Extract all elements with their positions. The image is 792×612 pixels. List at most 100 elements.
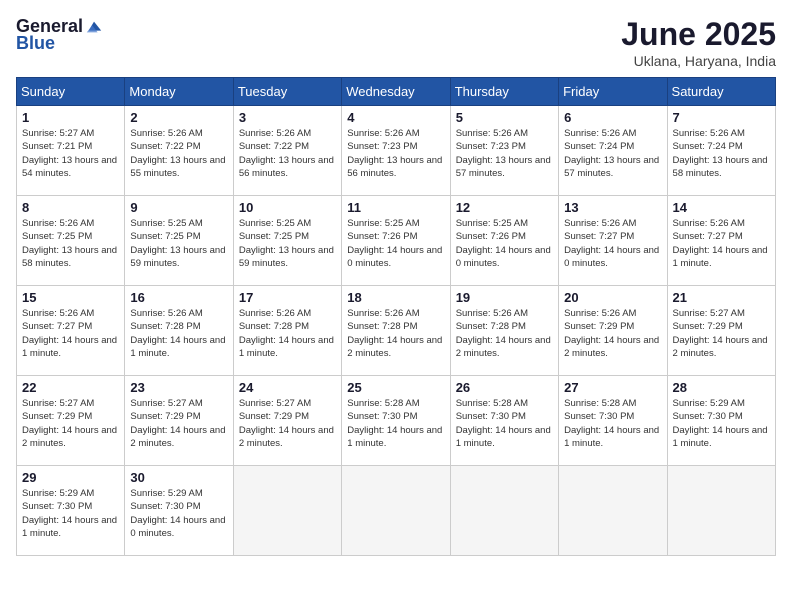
day-number: 15 (22, 290, 119, 305)
day-info: Sunrise: 5:26 AMSunset: 7:25 PMDaylight:… (22, 217, 119, 270)
day-number: 18 (347, 290, 444, 305)
calendar-cell: 10Sunrise: 5:25 AMSunset: 7:25 PMDayligh… (233, 196, 341, 286)
calendar-cell: 22Sunrise: 5:27 AMSunset: 7:29 PMDayligh… (17, 376, 125, 466)
day-number: 3 (239, 110, 336, 125)
day-number: 16 (130, 290, 227, 305)
day-info: Sunrise: 5:27 AMSunset: 7:29 PMDaylight:… (22, 397, 119, 450)
calendar-cell: 26 Sunrise: 5:28 AMSunset: 7:30 PMDayligh… (450, 376, 558, 466)
calendar-cell: 7 Sunrise: 5:26 AMSunset: 7:24 PMDaylight… (667, 106, 775, 196)
day-number: 13 (564, 200, 661, 215)
month-year: June 2025 (621, 16, 776, 53)
day-info: Sunrise: 5:28 AMSunset: 7:30 PMDaylight:… (347, 397, 444, 450)
day-info: Sunrise: 5:25 AMSunset: 7:25 PMDaylight:… (130, 217, 227, 270)
day-number: 17 (239, 290, 336, 305)
day-number: 30 (130, 470, 227, 485)
day-number: 5 (456, 110, 553, 125)
day-info: Sunrise: 5:27 AMSunset: 7:29 PMDaylight:… (239, 397, 336, 450)
calendar-cell: 15 Sunrise: 5:26 AMSunset: 7:27 PMDayligh… (17, 286, 125, 376)
calendar-cell (559, 466, 667, 556)
day-header-friday: Friday (559, 78, 667, 106)
day-number: 23 (130, 380, 227, 395)
day-number: 19 (456, 290, 553, 305)
day-info: Sunrise: 5:28 AMSunset: 7:30 PMDaylight:… (564, 397, 661, 450)
day-info: Sunrise: 5:27 AMSunset: 7:21 PMDaylight:… (22, 127, 119, 180)
calendar-cell: 24 Sunrise: 5:27 AMSunset: 7:29 PMDayligh… (233, 376, 341, 466)
day-info: Sunrise: 5:26 AMSunset: 7:28 PMDaylight:… (130, 307, 227, 360)
day-info: Sunrise: 5:26 AMSunset: 7:27 PMDaylight:… (564, 217, 661, 270)
day-info: Sunrise: 5:26 AMSunset: 7:28 PMDaylight:… (347, 307, 444, 360)
day-number: 11 (347, 200, 444, 215)
day-number: 24 (239, 380, 336, 395)
day-header-monday: Monday (125, 78, 233, 106)
week-row-1: 1 Sunrise: 5:27 AMSunset: 7:21 PMDaylight… (17, 106, 776, 196)
day-info: Sunrise: 5:29 AMSunset: 7:30 PMDaylight:… (130, 487, 227, 540)
day-number: 12 (456, 200, 553, 215)
day-info: Sunrise: 5:26 AMSunset: 7:24 PMDaylight:… (564, 127, 661, 180)
week-row-5: 29Sunrise: 5:29 AMSunset: 7:30 PMDayligh… (17, 466, 776, 556)
day-number: 26 (456, 380, 553, 395)
calendar-cell: 5 Sunrise: 5:26 AMSunset: 7:23 PMDaylight… (450, 106, 558, 196)
day-number: 20 (564, 290, 661, 305)
day-info: Sunrise: 5:27 AMSunset: 7:29 PMDaylight:… (673, 307, 770, 360)
day-header-wednesday: Wednesday (342, 78, 450, 106)
page-header: General Blue June 2025 Uklana, Haryana, … (16, 16, 776, 69)
calendar-cell: 30 Sunrise: 5:29 AMSunset: 7:30 PMDayligh… (125, 466, 233, 556)
day-info: Sunrise: 5:25 AMSunset: 7:26 PMDaylight:… (456, 217, 553, 270)
logo-blue: Blue (16, 33, 55, 54)
day-number: 21 (673, 290, 770, 305)
calendar-cell: 21 Sunrise: 5:27 AMSunset: 7:29 PMDayligh… (667, 286, 775, 376)
day-number: 4 (347, 110, 444, 125)
calendar-cell (342, 466, 450, 556)
calendar-table: SundayMondayTuesdayWednesdayThursdayFrid… (16, 77, 776, 556)
calendar-cell: 17 Sunrise: 5:26 AMSunset: 7:28 PMDayligh… (233, 286, 341, 376)
calendar-cell: 27 Sunrise: 5:28 AMSunset: 7:30 PMDayligh… (559, 376, 667, 466)
calendar-cell: 20 Sunrise: 5:26 AMSunset: 7:29 PMDayligh… (559, 286, 667, 376)
calendar-cell: 18 Sunrise: 5:26 AMSunset: 7:28 PMDayligh… (342, 286, 450, 376)
day-number: 2 (130, 110, 227, 125)
day-info: Sunrise: 5:26 AMSunset: 7:23 PMDaylight:… (456, 127, 553, 180)
day-info: Sunrise: 5:25 AMSunset: 7:26 PMDaylight:… (347, 217, 444, 270)
day-info: Sunrise: 5:26 AMSunset: 7:24 PMDaylight:… (673, 127, 770, 180)
logo-icon (85, 18, 103, 36)
calendar-cell: 4Sunrise: 5:26 AMSunset: 7:23 PMDaylight… (342, 106, 450, 196)
day-info: Sunrise: 5:25 AMSunset: 7:25 PMDaylight:… (239, 217, 336, 270)
week-row-4: 22Sunrise: 5:27 AMSunset: 7:29 PMDayligh… (17, 376, 776, 466)
calendar-cell: 29Sunrise: 5:29 AMSunset: 7:30 PMDayligh… (17, 466, 125, 556)
calendar-cell: 23 Sunrise: 5:27 AMSunset: 7:29 PMDayligh… (125, 376, 233, 466)
week-row-2: 8 Sunrise: 5:26 AMSunset: 7:25 PMDaylight… (17, 196, 776, 286)
calendar-cell: 9 Sunrise: 5:25 AMSunset: 7:25 PMDaylight… (125, 196, 233, 286)
calendar-cell: 19Sunrise: 5:26 AMSunset: 7:28 PMDayligh… (450, 286, 558, 376)
day-info: Sunrise: 5:26 AMSunset: 7:29 PMDaylight:… (564, 307, 661, 360)
day-header-sunday: Sunday (17, 78, 125, 106)
day-number: 28 (673, 380, 770, 395)
week-row-3: 15 Sunrise: 5:26 AMSunset: 7:27 PMDayligh… (17, 286, 776, 376)
day-number: 27 (564, 380, 661, 395)
title-section: June 2025 Uklana, Haryana, India (621, 16, 776, 69)
calendar-cell: 3Sunrise: 5:26 AMSunset: 7:22 PMDaylight… (233, 106, 341, 196)
calendar-cell: 12 Sunrise: 5:25 AMSunset: 7:26 PMDayligh… (450, 196, 558, 286)
logo: General Blue (16, 16, 103, 54)
day-number: 6 (564, 110, 661, 125)
day-info: Sunrise: 5:26 AMSunset: 7:27 PMDaylight:… (22, 307, 119, 360)
location: Uklana, Haryana, India (621, 53, 776, 69)
day-number: 25 (347, 380, 444, 395)
day-info: Sunrise: 5:27 AMSunset: 7:29 PMDaylight:… (130, 397, 227, 450)
calendar-cell: 25 Sunrise: 5:28 AMSunset: 7:30 PMDayligh… (342, 376, 450, 466)
calendar-cell: 2 Sunrise: 5:26 AMSunset: 7:22 PMDaylight… (125, 106, 233, 196)
day-info: Sunrise: 5:28 AMSunset: 7:30 PMDaylight:… (456, 397, 553, 450)
calendar-cell: 14Sunrise: 5:26 AMSunset: 7:27 PMDayligh… (667, 196, 775, 286)
day-info: Sunrise: 5:26 AMSunset: 7:22 PMDaylight:… (130, 127, 227, 180)
calendar-cell: 16 Sunrise: 5:26 AMSunset: 7:28 PMDayligh… (125, 286, 233, 376)
day-info: Sunrise: 5:26 AMSunset: 7:27 PMDaylight:… (673, 217, 770, 270)
calendar-cell (233, 466, 341, 556)
day-number: 8 (22, 200, 119, 215)
day-number: 7 (673, 110, 770, 125)
calendar-cell: 6 Sunrise: 5:26 AMSunset: 7:24 PMDaylight… (559, 106, 667, 196)
calendar-cell: 11 Sunrise: 5:25 AMSunset: 7:26 PMDayligh… (342, 196, 450, 286)
day-info: Sunrise: 5:26 AMSunset: 7:28 PMDaylight:… (239, 307, 336, 360)
calendar-cell: 13 Sunrise: 5:26 AMSunset: 7:27 PMDayligh… (559, 196, 667, 286)
calendar-cell (450, 466, 558, 556)
day-number: 9 (130, 200, 227, 215)
day-number: 1 (22, 110, 119, 125)
day-info: Sunrise: 5:29 AMSunset: 7:30 PMDaylight:… (673, 397, 770, 450)
